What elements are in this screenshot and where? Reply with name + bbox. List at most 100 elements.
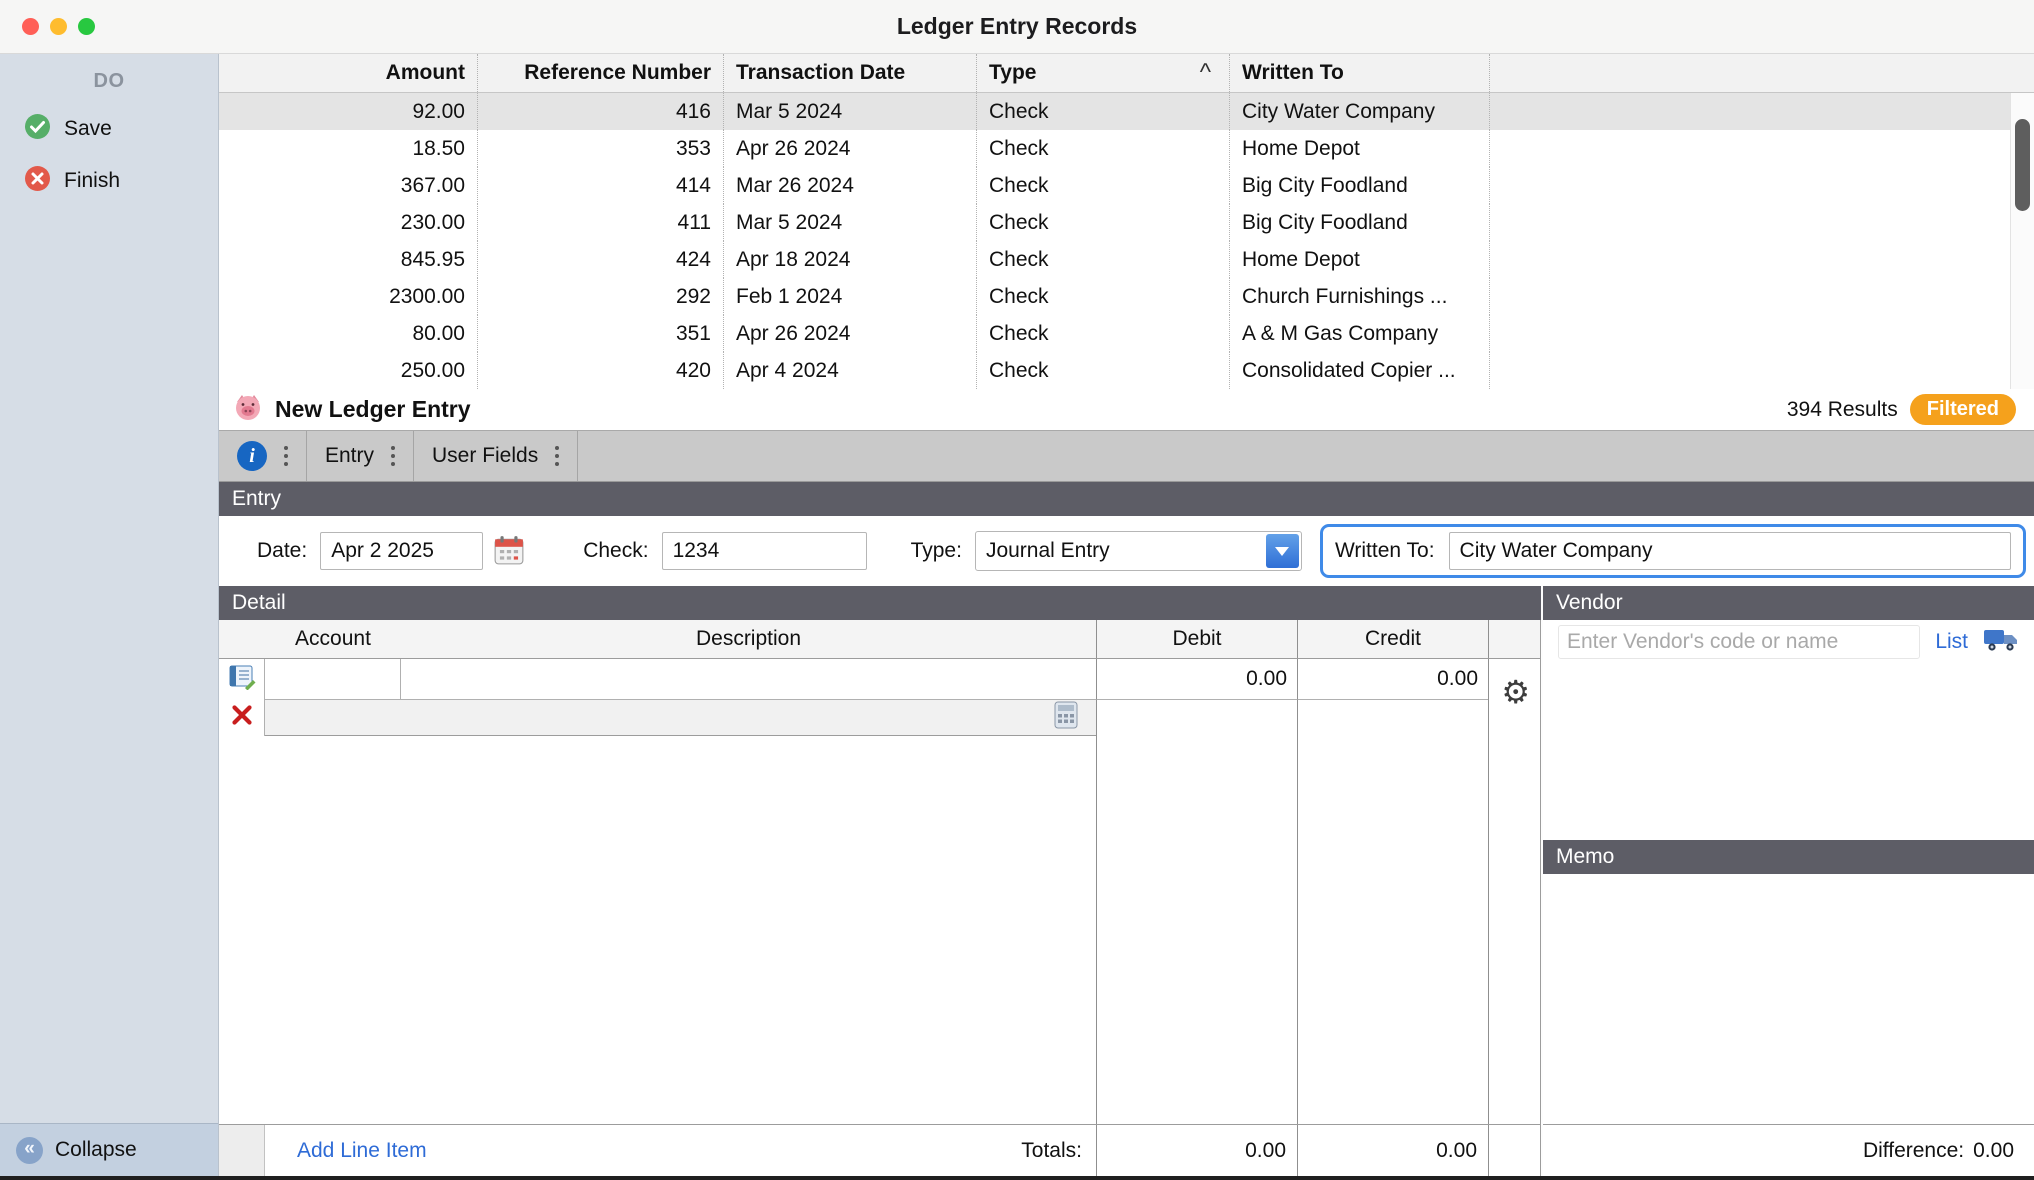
cell-written-to: Church Furnishings ... [1230, 278, 1490, 315]
cell-type: Check [977, 93, 1230, 130]
menu-dots-icon[interactable] [284, 446, 288, 466]
table-header: Amount Reference Number Transaction Date… [219, 54, 2034, 93]
cell-written-to: A & M Gas Company [1230, 315, 1490, 352]
collapse-button[interactable]: « Collapse [0, 1123, 218, 1176]
table-row[interactable]: 845.95 424 Apr 18 2024 Check Home Depot [219, 241, 2034, 278]
detail-footer: Add Line Item Totals: 0.00 0.00 [219, 1124, 1541, 1176]
cell-date: Feb 1 2024 [724, 278, 977, 315]
detail-grid-empty-area [219, 736, 1541, 1124]
column-header-filler [1490, 54, 2034, 92]
table-row[interactable]: 92.00 416 Mar 5 2024 Check City Water Co… [219, 93, 2034, 130]
column-header-amount[interactable]: Amount [219, 54, 478, 92]
column-header-written-to[interactable]: Written To [1230, 54, 1490, 92]
scrollbar-thumb[interactable] [2015, 119, 2030, 211]
window-title: Ledger Entry Records [897, 13, 1137, 40]
vendor-search-input[interactable] [1558, 625, 1920, 659]
detail-area: Detail Account Description Debit Credit [219, 586, 2034, 1176]
table-row[interactable]: 2300.00 292 Feb 1 2024 Check Church Furn… [219, 278, 2034, 315]
description-cell[interactable] [401, 659, 1096, 700]
info-button[interactable]: i [219, 431, 307, 481]
cell-written-to: City Water Company [1230, 93, 1490, 130]
cell-written-to: Big City Foodland [1230, 204, 1490, 241]
delete-x-icon [231, 704, 253, 732]
cell-date: Mar 5 2024 [724, 93, 977, 130]
cell-reference: 414 [478, 167, 724, 204]
column-header-type[interactable]: Type ^ [977, 54, 1230, 92]
detail-column-credit: Credit [1297, 620, 1488, 658]
cell-amount: 92.00 [219, 93, 478, 130]
cell-reference: 351 [478, 315, 724, 352]
sidebar-item-save[interactable]: Save [0, 103, 218, 155]
records-table: Amount Reference Number Transaction Date… [219, 54, 2034, 389]
empty-lines-area [219, 736, 1096, 1124]
cell-date: Apr 26 2024 [724, 315, 977, 352]
cell-amount: 367.00 [219, 167, 478, 204]
cell-date: Mar 5 2024 [724, 204, 977, 241]
check-circle-icon [24, 113, 51, 146]
table-row[interactable]: 250.00 420 Apr 4 2024 Check Consolidated… [219, 352, 2034, 389]
column-header-reference-number[interactable]: Reference Number [478, 54, 724, 92]
credit-cell-empty[interactable] [1297, 700, 1488, 736]
cell-filler [1490, 93, 2034, 130]
cell-amount: 230.00 [219, 204, 478, 241]
collapse-label: Collapse [55, 1138, 137, 1162]
cell-amount: 845.95 [219, 241, 478, 278]
save-label: Save [64, 117, 112, 141]
menu-dots-icon[interactable] [391, 446, 395, 466]
cell-type: Check [977, 204, 1230, 241]
footer-gutter [219, 1125, 265, 1176]
truck-icon[interactable] [1983, 627, 2019, 658]
delete-line-button[interactable] [219, 700, 265, 736]
gear-icon[interactable]: ⚙ [1501, 676, 1530, 708]
empty-actions-column [1488, 736, 1541, 1124]
line-row-button[interactable] [219, 659, 265, 700]
check-number-input[interactable] [662, 532, 867, 570]
cell-filler [1490, 241, 2034, 278]
table-row[interactable]: 230.00 411 Mar 5 2024 Check Big City Foo… [219, 204, 2034, 241]
credit-cell[interactable]: 0.00 [1297, 659, 1488, 700]
tab-entry-label: Entry [325, 444, 374, 468]
empty-debit-column [1096, 736, 1297, 1124]
menu-dots-icon[interactable] [555, 446, 559, 466]
tab-entry[interactable]: Entry [307, 431, 414, 481]
table-row[interactable]: 18.50 353 Apr 26 2024 Check Home Depot [219, 130, 2034, 167]
minimize-button[interactable] [50, 18, 67, 35]
debit-cell-empty[interactable] [1096, 700, 1297, 736]
sidebar-item-finish[interactable]: Finish [0, 155, 218, 207]
written-to-input[interactable] [1449, 532, 2011, 570]
table-row[interactable]: 367.00 414 Mar 26 2024 Check Big City Fo… [219, 167, 2034, 204]
calculator-icon[interactable] [1054, 701, 1078, 735]
detail-column-account: Account [265, 620, 401, 658]
detail-formula-row [219, 700, 1541, 736]
calendar-button[interactable] [491, 533, 527, 569]
cell-filler [1490, 278, 2034, 315]
type-select-value: Journal Entry [986, 539, 1110, 563]
footer-actions-cell [1488, 1125, 1541, 1176]
type-select[interactable]: Journal Entry [975, 531, 1302, 571]
empty-credit-column [1297, 736, 1488, 1124]
zoom-button[interactable] [78, 18, 95, 35]
cell-date: Apr 4 2024 [724, 352, 977, 389]
close-button[interactable] [22, 18, 39, 35]
table-scrollbar[interactable] [2010, 93, 2034, 389]
debit-cell[interactable]: 0.00 [1096, 659, 1297, 700]
date-input[interactable] [320, 532, 483, 570]
panel-title: New Ledger Entry [275, 396, 471, 423]
vendor-list-link[interactable]: List [1935, 630, 1968, 654]
table-row[interactable]: 80.00 351 Apr 26 2024 Check A & M Gas Co… [219, 315, 2034, 352]
column-header-transaction-date[interactable]: Transaction Date [724, 54, 977, 92]
filtered-badge[interactable]: Filtered [1910, 394, 2016, 425]
account-cell[interactable] [265, 659, 401, 700]
memo-field[interactable] [1543, 874, 2034, 1124]
detail-column-actions [1488, 620, 1541, 658]
cell-written-to: Consolidated Copier ... [1230, 352, 1490, 389]
cell-written-to: Big City Foodland [1230, 167, 1490, 204]
section-header-entry: Entry [219, 482, 2034, 516]
totals-label: Totals: [1021, 1139, 1082, 1163]
cell-amount: 2300.00 [219, 278, 478, 315]
x-circle-icon [24, 165, 51, 198]
formula-cell[interactable] [265, 700, 1096, 736]
add-line-item-link[interactable]: Add Line Item [297, 1139, 427, 1163]
chevron-down-icon[interactable] [1266, 534, 1299, 568]
tab-user-fields[interactable]: User Fields [414, 431, 578, 481]
